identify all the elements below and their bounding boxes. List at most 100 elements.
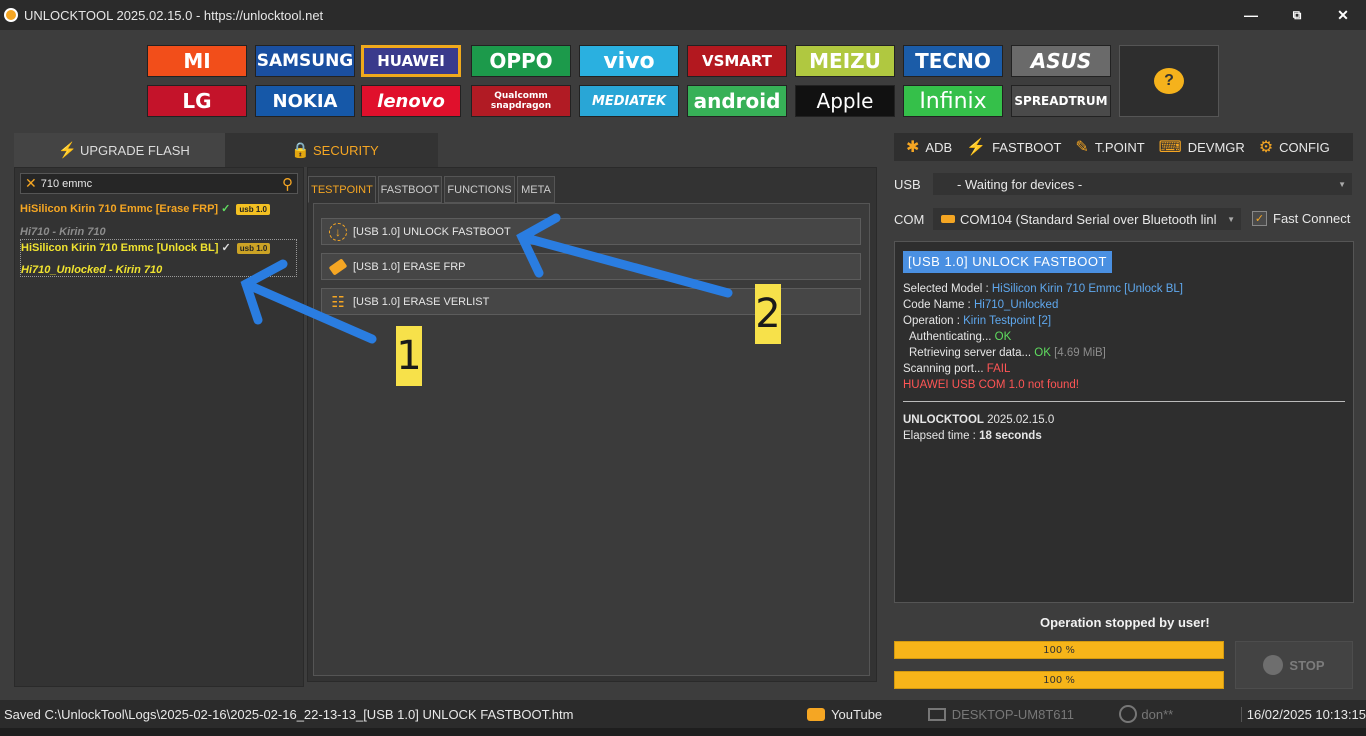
tab-functions[interactable]: FUNCTIONS <box>444 176 515 203</box>
toolbar-label: CONFIG <box>1279 139 1330 155</box>
brand-label: ASUS <box>1030 49 1092 73</box>
tpoint-button[interactable]: ✎ T.POINT <box>1075 137 1144 157</box>
user-icon <box>1119 705 1138 723</box>
brand-nokia-button[interactable]: NOKIA <box>255 85 355 117</box>
youtube-label: YouTube <box>831 706 883 722</box>
stop-label: STOP <box>1289 657 1325 673</box>
close-button[interactable]: ✕ <box>1320 0 1366 30</box>
taskbar-strip <box>0 728 1366 736</box>
brand-android-button[interactable]: android <box>687 85 787 117</box>
devmgr-button[interactable]: ⌨ DEVMGR <box>1159 137 1245 157</box>
help-button[interactable]: ? <box>1119 45 1219 117</box>
brand-label: Qualcomm snapdragon <box>490 91 552 111</box>
log-value: HiSilicon Kirin 710 Emmc [Unlock BL] <box>991 283 1183 295</box>
brand-qualcomm-button[interactable]: Qualcomm snapdragon <box>471 85 571 117</box>
list-icon: ☷ <box>331 293 345 311</box>
log-value: FAIL <box>986 363 1011 375</box>
log-key: Code Name : <box>903 299 974 311</box>
annotation-label-2: 2 <box>755 284 781 344</box>
chevron-down-icon: ▼ <box>1227 214 1235 224</box>
stop-icon <box>1263 655 1284 675</box>
lock-icon: 🔒 <box>291 142 310 159</box>
brand-vivo-button[interactable]: vivo <box>579 45 679 77</box>
brand-infinix-button[interactable]: Infinix <box>903 85 1003 117</box>
brand-label: Apple <box>816 89 874 113</box>
usb-select[interactable]: - Waiting for devices - ▼ <box>932 172 1353 196</box>
maximize-button[interactable]: ⧉ <box>1274 0 1320 30</box>
brand-label: vivo <box>603 48 655 74</box>
tab-fastboot[interactable]: FASTBOOT <box>378 176 442 203</box>
brand-spreadtrum-button[interactable]: SPREADTRUM <box>1011 85 1111 117</box>
search-icon[interactable]: ⚲ <box>282 175 293 193</box>
brand-samsung-button[interactable]: SAMSUNG <box>255 45 355 77</box>
brand-label: TECNO <box>915 49 991 73</box>
brand-oppo-button[interactable]: OPPO <box>471 45 571 77</box>
tab-upgrade-flash[interactable]: ⚡ UPGRADE FLASH <box>14 133 225 167</box>
check-icon: ✓ <box>221 242 231 254</box>
brand-apple-button[interactable]: Apple <box>795 85 895 117</box>
brand-lg-button[interactable]: LG <box>147 85 247 117</box>
log-value: 18 seconds <box>979 430 1042 442</box>
brand-huawei-button[interactable]: HUAWEI <box>361 45 461 77</box>
help-icon: ? <box>1154 68 1184 94</box>
brand-asus-button[interactable]: ASUS <box>1011 45 1111 77</box>
brand-mi-button[interactable]: MI <box>147 45 247 77</box>
tab-label: SECURITY <box>313 142 379 158</box>
brand-label: MEIZU <box>809 49 881 73</box>
progress-label: 100 % <box>1043 644 1075 656</box>
tab-meta[interactable]: META <box>517 176 555 203</box>
tab-testpoint[interactable]: TESTPOINT <box>308 176 376 203</box>
minimize-button[interactable]: — <box>1228 0 1274 30</box>
log-divider <box>903 401 1345 402</box>
check-icon: ✓ <box>221 203 231 215</box>
brand-label: Infinix <box>919 88 987 114</box>
clear-icon[interactable]: ✕ <box>25 175 37 192</box>
model-search: ✕ 710 emmc ⚲ <box>20 173 298 194</box>
progress-bar-2: 100 % <box>894 671 1224 689</box>
com-label: COM <box>894 212 925 227</box>
datetime: 16/02/2025 10:13:15 <box>1240 706 1366 722</box>
brand-lenovo-button[interactable]: lenovo <box>361 85 461 117</box>
youtube-link[interactable]: YouTube <box>807 707 908 722</box>
stop-button[interactable]: STOP <box>1235 641 1353 689</box>
toolbar-label: FASTBOOT <box>992 139 1062 155</box>
app-icon <box>4 8 18 22</box>
brand-label: SPREADTRUM <box>1014 94 1108 108</box>
log-size: [4.69 MiB] <box>1054 347 1106 359</box>
eraser-icon <box>327 256 349 278</box>
brand-meizu-button[interactable]: MEIZU <box>795 45 895 77</box>
computer-name: DESKTOP-UM8T611 <box>951 706 1075 722</box>
search-input[interactable]: 710 emmc <box>41 178 282 190</box>
function-label: [USB 1.0] UNLOCK FASTBOOT <box>353 225 511 238</box>
brand-label: android <box>693 89 781 113</box>
list-item[interactable]: HiSilicon Kirin 710 Emmc [Erase FRP] ✓ u… <box>20 202 270 215</box>
config-button[interactable]: ⚙ CONFIG <box>1259 137 1330 157</box>
log-value: OK <box>994 331 1012 343</box>
adb-button[interactable]: ✱ ADB <box>906 137 952 157</box>
brand-vsmart-button[interactable]: VSMART <box>687 45 787 77</box>
tab-security[interactable]: 🔒 SECURITY <box>225 133 438 167</box>
fastboot-button[interactable]: ⚡ FASTBOOT <box>966 137 1061 157</box>
brand-tecno-button[interactable]: TECNO <box>903 45 1003 77</box>
function-label: [USB 1.0] ERASE FRP <box>353 260 466 273</box>
toolbar-label: ADB <box>925 139 953 155</box>
log-value: OK <box>1034 347 1051 359</box>
com-select[interactable]: COM104 (Standard Serial over Bluetooth l… <box>932 207 1242 231</box>
list-item-selected[interactable]: HiSilicon Kirin 710 Emmc [Unlock BL] ✓ u… <box>20 239 297 277</box>
log-key: Operation : <box>903 315 964 327</box>
usb-label: USB <box>894 177 921 192</box>
erase-frp-button[interactable]: [USB 1.0] ERASE FRP <box>321 253 861 280</box>
progress-bar-1: 100 % <box>894 641 1224 659</box>
fast-connect-checkbox[interactable]: ✓ <box>1252 211 1267 226</box>
toolbar-label: T.POINT <box>1094 139 1145 155</box>
progress-label: 100 % <box>1043 674 1075 686</box>
brand-mediatek-button[interactable]: MEDIATEK <box>579 85 679 117</box>
usb-badge: usb 1.0 <box>236 203 270 215</box>
brand-label: LG <box>182 89 212 113</box>
log-header: [USB 1.0] UNLOCK FASTBOOT <box>903 251 1112 273</box>
status-bar: Saved C:\UnlockTool\Logs\2025-02-16\2025… <box>0 700 1366 728</box>
status-message: Operation stopped by user! <box>1040 615 1210 630</box>
unlock-fastboot-button[interactable]: ↓ [USB 1.0] UNLOCK FASTBOOT <box>321 218 861 245</box>
brand-label: MI <box>183 49 211 73</box>
brand-label: OPPO <box>489 49 553 73</box>
